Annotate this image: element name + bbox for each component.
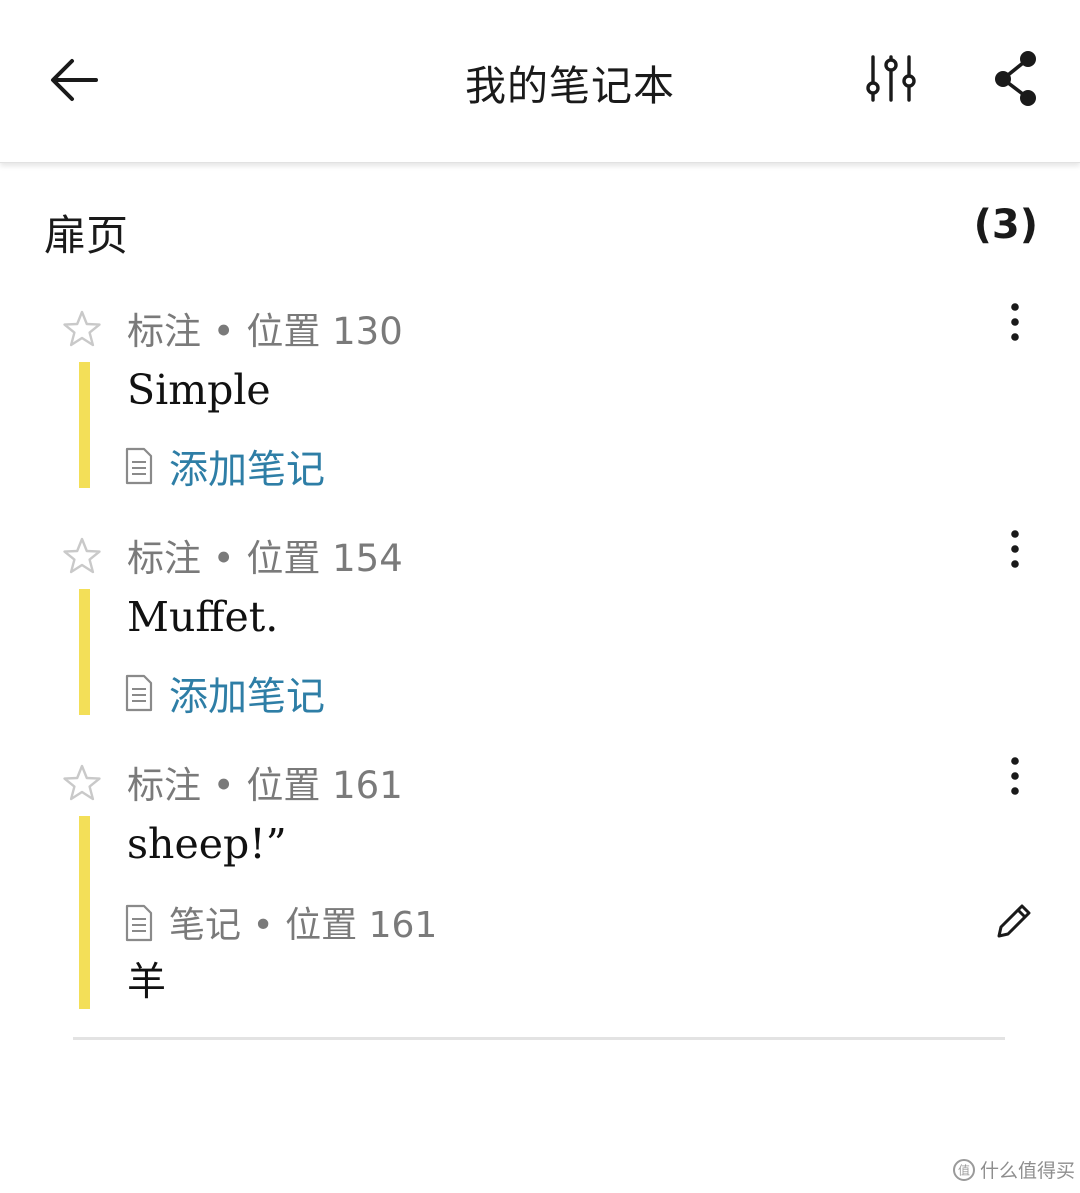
pencil-edit-icon[interactable]	[992, 899, 1036, 943]
list-divider	[73, 1037, 1005, 1040]
document-icon	[124, 674, 154, 712]
add-note-label: 添加笔记	[169, 675, 326, 720]
annotation-meta: 标注 • 位置 154	[127, 537, 403, 580]
star-icon[interactable]	[62, 309, 102, 349]
highlight-text: sheep!”	[127, 820, 287, 868]
share-icon[interactable]	[990, 48, 1048, 110]
highlight-text: Muffet.	[127, 593, 279, 641]
highlight-color-bar	[79, 362, 90, 488]
more-options-icon[interactable]	[995, 755, 1035, 803]
watermark-text: 什么值得买	[980, 1160, 1076, 1182]
more-options-icon[interactable]	[995, 528, 1035, 576]
section-title: 扉页	[44, 211, 129, 260]
add-note-label: 添加笔记	[169, 448, 326, 493]
star-icon[interactable]	[62, 763, 102, 803]
star-icon[interactable]	[62, 536, 102, 576]
annotation-meta: 标注 • 位置 161	[127, 764, 403, 807]
section-header: 扉页 (3)	[44, 200, 1038, 264]
document-icon	[124, 904, 154, 942]
note-text: 羊	[127, 960, 167, 1005]
highlight-color-bar	[79, 816, 90, 1009]
highlight-text: Simple	[127, 366, 271, 414]
sliders-icon[interactable]	[862, 50, 920, 108]
more-options-icon[interactable]	[995, 301, 1035, 349]
note-meta: 笔记 • 位置 161	[169, 905, 438, 946]
svg-text:值: 值	[958, 1163, 970, 1178]
annotation-meta: 标注 • 位置 130	[127, 310, 403, 353]
document-icon	[124, 447, 154, 485]
watermark-logo-icon: 值	[952, 1158, 976, 1182]
top-app-bar: 我的笔记本	[0, 0, 1080, 163]
annotation-count: (3)	[973, 202, 1038, 248]
highlight-color-bar	[79, 589, 90, 715]
